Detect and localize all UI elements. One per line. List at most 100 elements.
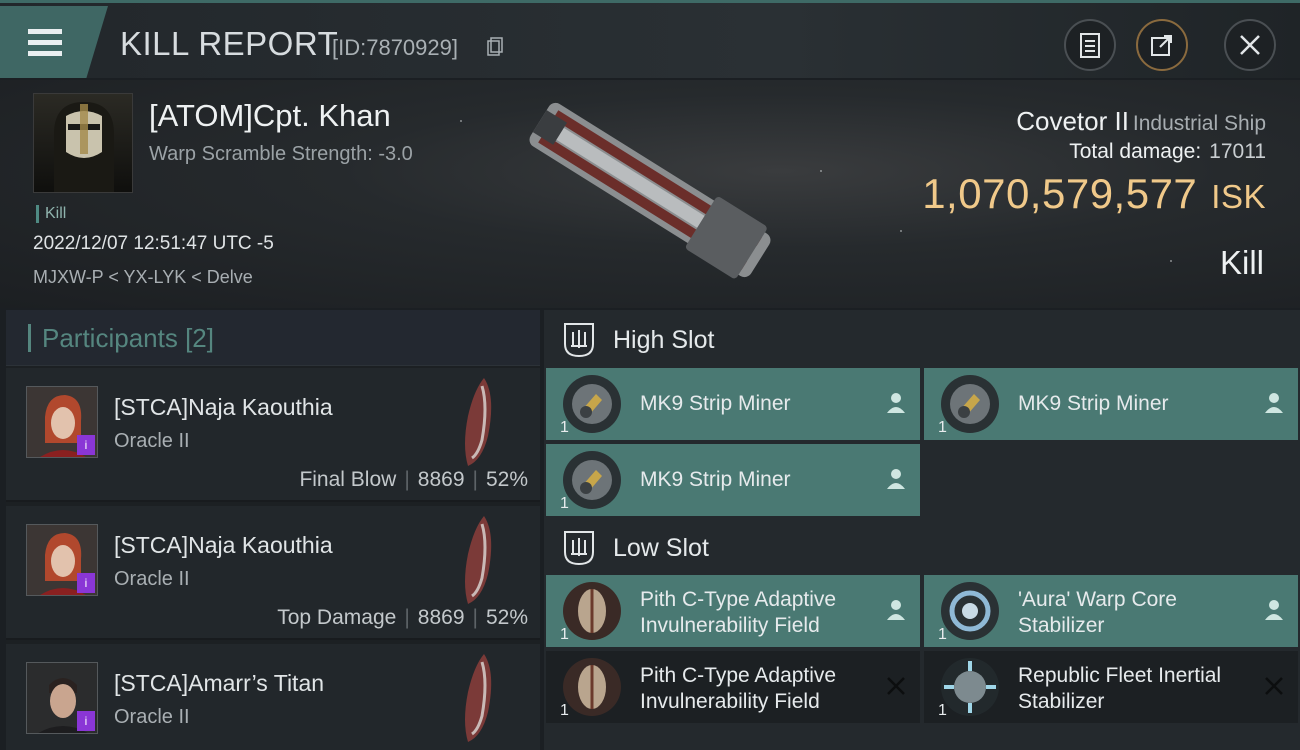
participant-name: [STCA]Amarr’s Titan bbox=[114, 670, 325, 696]
module-name: MK9 Strip Miner bbox=[640, 392, 791, 415]
participant-row[interactable]: i [STCA]Naja Kaouthia Oracle II Top Dama… bbox=[6, 506, 540, 640]
total-damage-label: Total damage: bbox=[1069, 140, 1202, 163]
participant-stats: Final Blow | 8869 | 52% bbox=[299, 468, 528, 491]
participant-ship: Oracle II bbox=[114, 568, 190, 590]
module-quantity: 1 bbox=[938, 626, 947, 643]
invulnerability-field-icon bbox=[563, 582, 621, 640]
high-slot-header: High Slot bbox=[544, 312, 1300, 368]
module-item[interactable]: 1 'Aura' Warp Core Stabilizer bbox=[924, 575, 1298, 647]
victim-portrait[interactable] bbox=[33, 93, 133, 193]
module-item[interactable]: 1 Pith C-Type Adaptive Invulnerability F… bbox=[546, 651, 920, 723]
participant-ship: Oracle II bbox=[114, 706, 190, 728]
low-slot-label: Low Slot bbox=[613, 534, 709, 562]
victim-ship[interactable]: Covetor II Industrial Ship bbox=[1016, 106, 1266, 137]
low-slot-header: Low Slot bbox=[544, 520, 1300, 576]
participants-panel: Participants [2] i [STCA]Naja Kaouthia O… bbox=[6, 310, 540, 750]
ship-icon bbox=[465, 516, 492, 604]
copy-icon[interactable] bbox=[487, 37, 503, 57]
kill-location[interactable]: MJXW-P < YX-LYK < Delve bbox=[33, 267, 253, 288]
kill-id: [ID:7870929] bbox=[332, 35, 458, 60]
clipboard-button[interactable] bbox=[1064, 19, 1116, 71]
ship-name: Covetor II bbox=[1016, 106, 1129, 136]
faction-badge-icon: i bbox=[77, 711, 95, 731]
warp-scramble-strength: Warp Scramble Strength: -3.0 bbox=[149, 143, 413, 165]
strip-miner-icon bbox=[941, 375, 999, 433]
participant-name: [STCA]Naja Kaouthia bbox=[114, 532, 333, 558]
fitting-panel: High Slot 1 MK9 Strip Miner 1 MK9 Strip … bbox=[544, 310, 1300, 750]
participants-title: Participants [2] bbox=[28, 324, 214, 352]
module-quantity: 1 bbox=[560, 495, 569, 512]
module-quantity: 1 bbox=[560, 702, 569, 719]
module-item[interactable]: 1 MK9 Strip Miner bbox=[924, 368, 1298, 440]
ship-class: Industrial Ship bbox=[1132, 112, 1266, 135]
participant-row[interactable]: i [STCA]Amarr’s Titan Oracle II bbox=[6, 644, 540, 750]
kill-tag: Kill bbox=[36, 205, 66, 223]
module-name: MK9 Strip Miner bbox=[1018, 392, 1169, 415]
isk-value: 1,070,579,577 ISK bbox=[922, 170, 1266, 218]
avatar: i bbox=[26, 662, 98, 734]
module-item[interactable]: 1 Pith C-Type Adaptive Invulnerability F… bbox=[546, 575, 920, 647]
participant-percent: 52% bbox=[485, 468, 528, 491]
isk-amount: 1,070,579,577 bbox=[922, 170, 1198, 217]
participant-damage: 8869 bbox=[417, 468, 465, 491]
menu-button[interactable] bbox=[0, 6, 108, 78]
close-button[interactable] bbox=[1224, 19, 1276, 71]
module-quantity: 1 bbox=[560, 626, 569, 643]
participants-header: Participants [2] bbox=[6, 310, 540, 366]
pilot-icon bbox=[887, 600, 905, 620]
module-quantity: 1 bbox=[938, 419, 947, 436]
module-item[interactable]: 1 MK9 Strip Miner bbox=[546, 444, 920, 516]
slot-high-icon bbox=[564, 323, 594, 358]
total-damage: Total damage: 17011 bbox=[1069, 140, 1266, 164]
top-bar: KILL REPORT [ID:7870929] bbox=[0, 0, 1300, 78]
inertial-stabilizer-icon bbox=[941, 658, 999, 716]
module-name: 'Aura' Warp Core Stabilizer bbox=[1018, 588, 1177, 637]
kill-timestamp: 2022/12/07 12:51:47 UTC -5 bbox=[33, 233, 274, 254]
total-damage-value: 17011 bbox=[1209, 140, 1266, 163]
pilot-icon bbox=[887, 393, 905, 413]
module-quantity: 1 bbox=[938, 702, 947, 719]
high-slot-label: High Slot bbox=[613, 326, 715, 354]
strip-miner-icon bbox=[563, 375, 621, 433]
victim-ship-image bbox=[529, 102, 771, 279]
isk-unit: ISK bbox=[1211, 178, 1266, 215]
victim-name[interactable]: [ATOM]Cpt. Khan bbox=[149, 98, 391, 134]
participant-damage: 8869 bbox=[417, 606, 465, 629]
participant-role: Final Blow bbox=[299, 468, 397, 491]
faction-badge-icon: i bbox=[77, 573, 95, 593]
warp-core-stabilizer-icon bbox=[941, 582, 999, 640]
participant-stats: Top Damage | 8869 | 52% bbox=[277, 606, 528, 629]
module-item[interactable]: 1 MK9 Strip Miner bbox=[546, 368, 920, 440]
faction-badge-icon: i bbox=[77, 435, 95, 455]
pilot-portrait-icon bbox=[54, 102, 114, 192]
pilot-icon bbox=[1265, 600, 1283, 620]
strip-miner-icon bbox=[563, 451, 621, 509]
share-button[interactable] bbox=[1136, 19, 1188, 71]
participant-name: [STCA]Naja Kaouthia bbox=[114, 394, 333, 420]
avatar: i bbox=[26, 386, 98, 458]
module-name: MK9 Strip Miner bbox=[640, 468, 791, 491]
destroyed-x-icon bbox=[1265, 677, 1283, 695]
module-name: Republic Fleet Inertial Stabilizer bbox=[1018, 664, 1222, 713]
module-quantity: 1 bbox=[560, 419, 569, 436]
participant-ship: Oracle II bbox=[114, 430, 190, 452]
menu-icon bbox=[28, 29, 62, 34]
pilot-icon bbox=[1265, 393, 1283, 413]
pilot-icon bbox=[887, 469, 905, 489]
page-title: KILL REPORT bbox=[120, 25, 339, 62]
module-item[interactable]: 1 Republic Fleet Inertial Stabilizer bbox=[924, 651, 1298, 723]
clipboard-icon bbox=[1080, 33, 1100, 58]
avatar: i bbox=[26, 524, 98, 596]
invulnerability-field-icon bbox=[563, 658, 621, 716]
slot-low-icon bbox=[564, 531, 594, 566]
participant-percent: 52% bbox=[485, 606, 528, 629]
result-label: Kill bbox=[1219, 244, 1264, 281]
ship-icon bbox=[465, 378, 492, 466]
participant-row[interactable]: i [STCA]Naja Kaouthia Oracle II Final Bl… bbox=[6, 368, 540, 502]
participant-role: Top Damage bbox=[277, 606, 397, 629]
destroyed-x-icon bbox=[887, 677, 905, 695]
share-icon bbox=[1151, 35, 1172, 56]
module-name: Pith C-Type Adaptive Invulnerability Fie… bbox=[640, 588, 837, 637]
module-name: Pith C-Type Adaptive Invulnerability Fie… bbox=[640, 664, 837, 713]
ship-icon bbox=[465, 654, 492, 742]
